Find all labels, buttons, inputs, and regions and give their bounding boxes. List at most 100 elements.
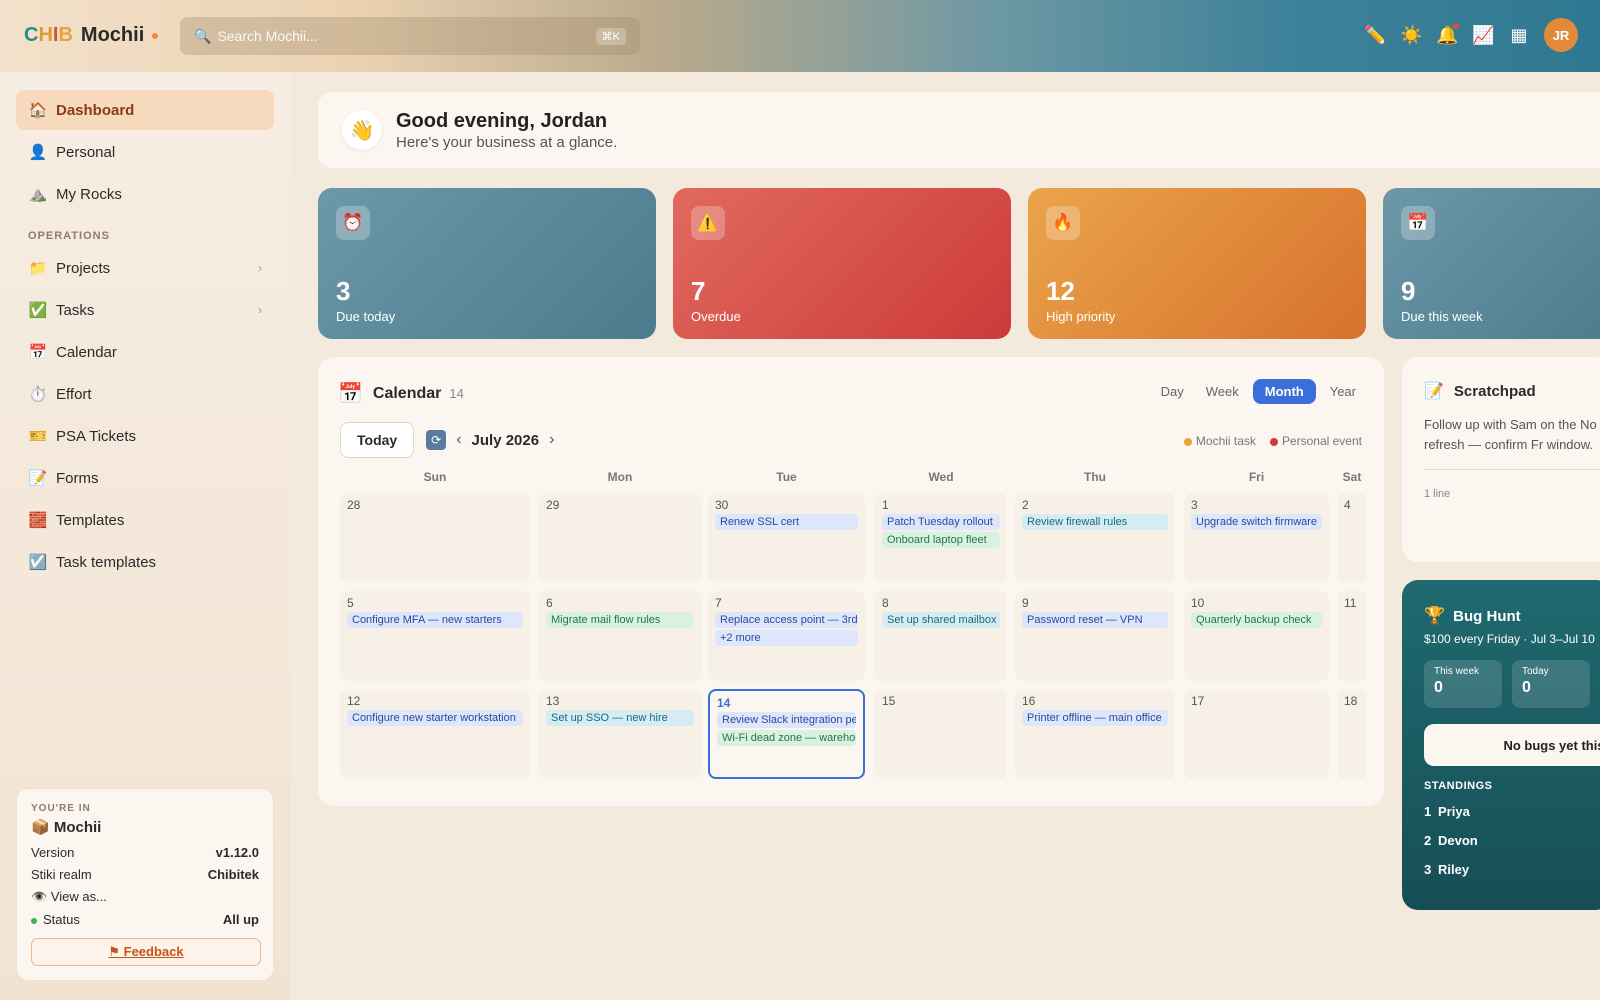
calendar-event[interactable]: Password reset — VPN <box>1022 612 1168 628</box>
today-box: Today 0 <box>1512 660 1590 708</box>
calendar-day[interactable]: 10 Quarterly backup check <box>1184 591 1329 681</box>
calendar-event[interactable]: Configure MFA — new starters <box>347 612 523 628</box>
calendar-day[interactable]: 11 <box>1337 591 1367 681</box>
scratchpad-title: Scratchpad <box>1453 382 1536 400</box>
calendar-day[interactable]: 29 <box>539 493 701 583</box>
sidebar-item-personal[interactable]: 👤 Personal <box>16 132 274 172</box>
calendar-event[interactable]: Patch Tuesday rollout <box>882 514 1000 530</box>
sync-icon[interactable]: ⟳ <box>426 430 447 450</box>
calendar-event[interactable]: Upgrade switch firmware <box>1191 514 1322 530</box>
today-button[interactable]: Today <box>340 422 415 458</box>
calendar-day[interactable]: 4 <box>1337 493 1367 583</box>
stat-value: 9 <box>1401 276 1416 306</box>
sidebar-item-label: Task templates <box>56 553 157 571</box>
stat-card-overdue[interactable]: ⚠️ 7 Overdue <box>673 188 1011 339</box>
feedback-button[interactable]: ⚑ Feedback <box>31 938 261 966</box>
sidebar-item-dashboard[interactable]: 🏠 Dashboard <box>16 90 274 130</box>
day-number: 29 <box>546 498 560 512</box>
calendar-day[interactable]: 15 <box>875 689 1007 779</box>
sidebar-item-task-templates[interactable]: ☑️ Task templates <box>16 542 274 582</box>
grid-icon[interactable]: ▦ <box>1508 25 1530 46</box>
calendar-day[interactable]: 1 Patch Tuesday rollout Onboard laptop fle… <box>875 493 1007 583</box>
view-year-button[interactable]: Year <box>1322 380 1364 403</box>
calendar-event[interactable]: Quarterly backup check <box>1191 612 1322 628</box>
calendar-event[interactable]: Replace access point — 3rd floor <box>715 612 858 628</box>
calendar-icon: 📅 <box>1401 206 1435 240</box>
calendar-event[interactable]: Review Slack integration perms <box>717 712 856 728</box>
this-week-label: This week <box>1434 666 1480 677</box>
avatar[interactable]: JR <box>1544 18 1578 52</box>
this-week-box: This week 0 <box>1424 660 1502 708</box>
calendar-day[interactable]: 16 Printer offline — main office <box>1015 689 1175 779</box>
sidebar-item-forms[interactable]: 📝 Forms <box>16 458 274 498</box>
calendar-day[interactable]: 2 Review firewall rules <box>1015 493 1175 583</box>
calendar-day[interactable]: 8 Set up shared mailbox <box>875 591 1007 681</box>
legend-item: Personal event <box>1269 434 1362 448</box>
calendar-event[interactable]: Review firewall rules <box>1022 514 1168 530</box>
memo-icon: 📝 <box>1424 383 1444 400</box>
day-number: 30 <box>715 498 729 512</box>
more-events-link[interactable]: +2 more <box>715 630 858 646</box>
sidebar: 🏠 Dashboard 👤 Personal ⛰️ My Rocks OPERA… <box>0 72 290 1000</box>
weekday-header: Sun <box>423 470 447 484</box>
calendar-day[interactable]: 28 <box>340 493 530 583</box>
sidebar-item-projects[interactable]: 📁 Projects › <box>16 248 274 288</box>
scratchpad-text[interactable]: Follow up with Sam on the No network ref… <box>1424 415 1600 455</box>
trophy-icon: 🏆 <box>1424 606 1446 625</box>
sidebar-item-tasks[interactable]: ✅ Tasks › <box>16 290 274 330</box>
chevron-right-icon[interactable]: › <box>549 431 554 449</box>
calendar-event[interactable]: Migrate mail flow rules <box>546 612 694 628</box>
calendar-event[interactable]: Renew SSL cert <box>715 514 858 530</box>
scratchpad-line-count: 1 line <box>1424 488 1451 500</box>
view-as-link[interactable]: 👁️ View as... <box>31 889 259 905</box>
view-month-button[interactable]: Month <box>1252 379 1316 404</box>
sidebar-item-my-rocks[interactable]: ⛰️ My Rocks <box>16 174 274 214</box>
calendar-panel: 📅 Calendar 14 Day Week Month Year Today … <box>318 357 1384 806</box>
calendar-day[interactable]: 12 Configure new starter workstation <box>340 689 530 779</box>
stat-card-due-this-week[interactable]: 📅 9 Due this week <box>1383 188 1600 339</box>
legend-dot-personal <box>1269 437 1278 446</box>
search-icon: 🔍 <box>194 27 212 44</box>
brand-logo[interactable]: C H I B Mochii <box>24 24 159 47</box>
stat-card-high-priority[interactable]: 🔥 12 High priority <box>1028 188 1366 339</box>
notification-dot <box>1453 22 1459 29</box>
sidebar-item-effort[interactable]: ⏱️ Effort <box>16 374 274 414</box>
calendar-day[interactable]: 18 <box>1337 689 1367 779</box>
calendar-day[interactable]: 9 Password reset — VPN <box>1015 591 1175 681</box>
calendar-legend: Mochii task Personal event <box>1183 434 1362 448</box>
calendar-event[interactable]: Onboard laptop fleet <box>882 532 1000 548</box>
calendar-event[interactable]: Configure new starter workstation <box>347 710 523 726</box>
calendar-day[interactable]: 5 Configure MFA — new starters <box>340 591 530 681</box>
scratchpad-panel: 📝 Scratchpad Follow up with Sam on the N… <box>1402 357 1600 562</box>
sidebar-item-label: Calendar <box>56 343 117 361</box>
calendar-day[interactable]: 7 Replace access point — 3rd floor +2 more <box>708 591 865 681</box>
sidebar-item-psa-tickets[interactable]: 🎫 PSA Tickets <box>16 416 274 456</box>
chart-icon[interactable]: 📈 <box>1472 25 1494 46</box>
calendar-title: Calendar <box>372 384 442 402</box>
calendar-event[interactable]: Set up shared mailbox <box>882 612 1000 628</box>
calendar-day[interactable]: 13 Set up SSO — new hire <box>539 689 701 779</box>
sun-icon[interactable]: ☀️ <box>1400 25 1422 46</box>
day-number: 10 <box>1191 596 1205 610</box>
weekday-header: Thu <box>1084 470 1106 484</box>
bell-icon[interactable]: 🔔 <box>1436 22 1459 46</box>
calendar-event[interactable]: Set up SSO — new hire <box>546 710 694 726</box>
search-input[interactable]: 🔍 Search Mochii... ⌘K <box>180 17 640 55</box>
view-as-label: 👁️ View as... <box>31 889 107 904</box>
sidebar-item-calendar[interactable]: 📅 Calendar <box>16 332 274 372</box>
calendar-day[interactable]: 17 <box>1184 689 1329 779</box>
calendar-event[interactable]: Wi-Fi dead zone — warehouse <box>717 730 856 746</box>
calendar-event[interactable]: Printer offline — main office <box>1022 710 1168 726</box>
view-day-button[interactable]: Day <box>1153 380 1192 403</box>
day-number: 4 <box>1344 498 1351 512</box>
chevron-left-icon[interactable]: ‹ <box>456 431 461 449</box>
calendar-day[interactable]: 6 Migrate mail flow rules <box>539 591 701 681</box>
calendar-day[interactable]: 30 Renew SSL cert <box>708 493 865 583</box>
sidebar-item-templates[interactable]: 🧱 Templates <box>16 500 274 540</box>
stat-card-due-today[interactable]: ⏰ 3 Due today <box>318 188 656 339</box>
view-week-button[interactable]: Week <box>1198 380 1247 403</box>
calendar-day[interactable]: 3 Upgrade switch firmware <box>1184 493 1329 583</box>
pencil-icon[interactable]: ✏️ <box>1364 25 1386 46</box>
calendar-day-today[interactable]: 14 Review Slack integration perms Wi-Fi de… <box>708 689 865 779</box>
realm-value: Chibitek <box>207 867 259 882</box>
